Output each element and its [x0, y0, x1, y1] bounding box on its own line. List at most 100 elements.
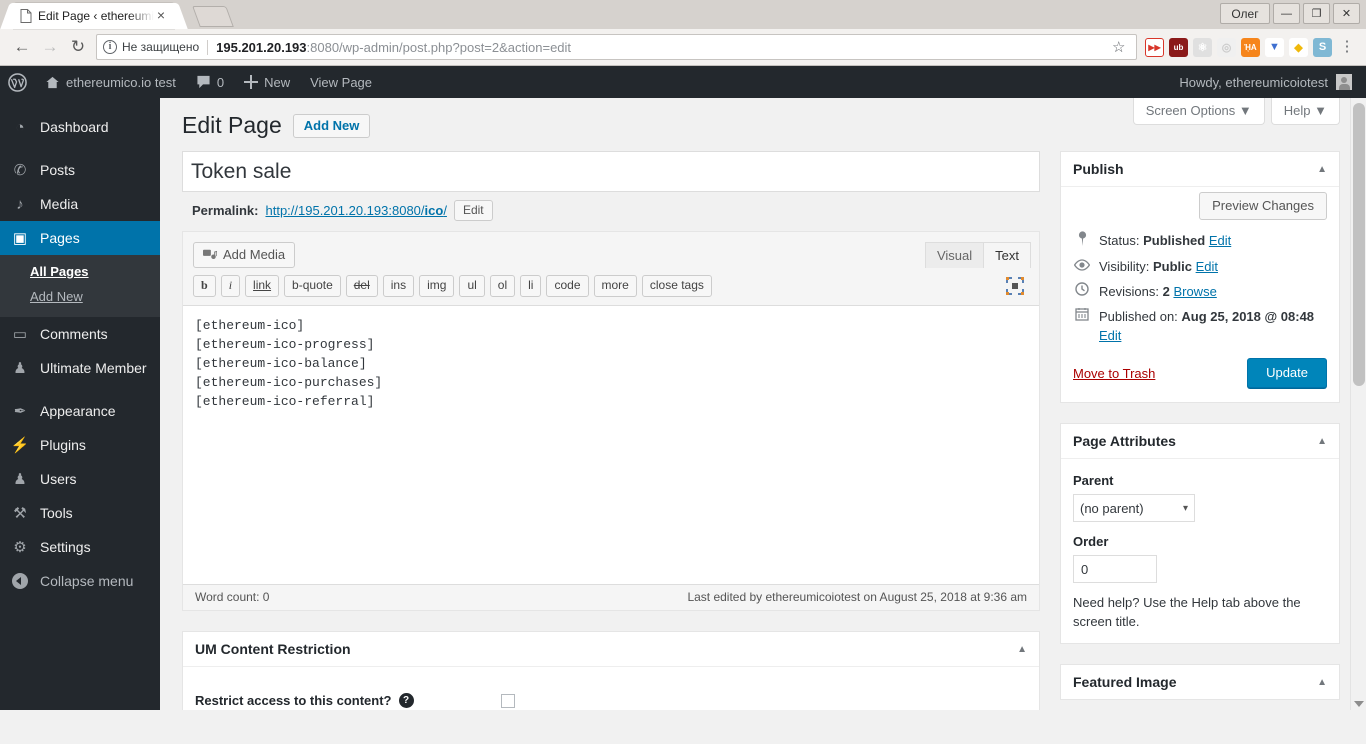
screen-options-button[interactable]: Screen Options ▼ [1132, 98, 1265, 125]
featured-image-header[interactable]: Featured Image ▲ [1061, 665, 1339, 699]
chrome-menu-icon[interactable]: ⋮ [1336, 39, 1358, 54]
sidebar-item-appearance[interactable]: ✒ Appearance [0, 394, 160, 428]
sidebar-item-settings[interactable]: ⚙ Settings [0, 530, 160, 564]
circle-extension[interactable]: ◎ [1217, 37, 1236, 57]
update-button[interactable]: Update [1247, 358, 1327, 388]
sidebar-separator [0, 385, 160, 394]
adminbar-new[interactable]: New [234, 66, 300, 98]
featured-image-toggle-icon[interactable]: ▲ [1317, 677, 1327, 688]
page-scrollbar-thumb[interactable] [1353, 103, 1365, 386]
add-new-button[interactable]: Add New [292, 113, 371, 138]
submenu-item-all-pages[interactable]: All Pages [0, 259, 160, 284]
sidebar-item-label: Comments [40, 326, 108, 342]
quicktag-code[interactable]: code [546, 275, 589, 297]
edit-slug-button[interactable]: Edit [453, 200, 493, 221]
window-maximize-button[interactable]: ❐ [1303, 3, 1330, 24]
quicktag-b-quote[interactable]: b-quote [284, 275, 341, 297]
revisions-browse-link[interactable]: Browse [1173, 284, 1216, 299]
sidebar-item-posts[interactable]: ✆ Posts [0, 153, 160, 187]
quicktag-img[interactable]: img [419, 275, 455, 297]
sidebar-item-users[interactable]: ♟ Users [0, 462, 160, 496]
visibility-edit-link[interactable]: Edit [1196, 259, 1218, 274]
back-icon[interactable]: ← [8, 33, 36, 61]
sidebar-item-pages[interactable]: ▣ Pages [0, 221, 160, 255]
status-edit-link[interactable]: Edit [1209, 233, 1231, 248]
browser-tab-active[interactable]: Edit Page ‹ ethereumi × [14, 3, 174, 29]
editor-tab-visual[interactable]: Visual [924, 242, 985, 270]
yandex-extension[interactable]: ▼ [1265, 37, 1284, 57]
fullscreen-icon[interactable] [1005, 276, 1027, 298]
editor-tab-text[interactable]: Text [983, 242, 1031, 270]
admin-wrap: ◔ Dashboard ✆ Posts ♪ Media ▣ Pages All Pages Add… [0, 98, 1366, 710]
adminbar-site-name[interactable]: ethereumico.io test [35, 66, 186, 98]
page-scrollbar[interactable] [1350, 98, 1366, 710]
parent-select[interactable]: (no parent) ▾ [1073, 494, 1195, 522]
um-box-content: Restrict access to this content? ? [183, 667, 1039, 710]
sidebar-item-collapse-menu[interactable]: Collapse menu [0, 564, 160, 598]
sidebar-item-media[interactable]: ♪ Media [0, 187, 160, 221]
scribe-extension[interactable]: S [1313, 37, 1332, 57]
sidebar-item-comments[interactable]: ▭ Comments [0, 317, 160, 351]
preview-changes-button[interactable]: Preview Changes [1199, 192, 1327, 220]
move-to-trash-link[interactable]: Move to Trash [1073, 366, 1155, 381]
window-minimize-button[interactable]: — [1273, 3, 1300, 24]
adminbar-account[interactable]: Howdy, ethereumicoiotest [1179, 74, 1366, 90]
react-devtools-extension[interactable]: ⚛ [1193, 37, 1212, 57]
fast-forward-extension[interactable]: ▶▶ [1145, 37, 1164, 57]
publish-box-header[interactable]: Publish ▲ [1061, 152, 1339, 187]
address-bar[interactable]: i Не защищено 195.201.20.193:8080/wp-adm… [96, 34, 1137, 60]
sidebar-item-label: Media [40, 196, 79, 212]
new-tab-button[interactable] [192, 6, 234, 27]
metamask-extension[interactable]: ᾘA [1241, 37, 1260, 57]
quicktag-ol[interactable]: ol [489, 275, 516, 297]
help-button[interactable]: Help ▼ [1270, 98, 1340, 125]
window-controls: Олег — ❐ ✕ [1220, 3, 1360, 24]
page-attributes-toggle-icon[interactable]: ▲ [1317, 436, 1327, 447]
quicktag-i[interactable]: i [220, 275, 241, 297]
binance-extension[interactable]: ◆ [1289, 37, 1308, 57]
ublock-origin-extension[interactable]: ub [1169, 37, 1188, 57]
scroll-down-arrow-icon[interactable] [1354, 701, 1364, 707]
published-on-edit-link[interactable]: Edit [1099, 328, 1121, 343]
sidebar-item-dashboard[interactable]: ◔ Dashboard [0, 110, 160, 144]
post-title-input[interactable] [182, 151, 1040, 192]
quicktag-link[interactable]: link [245, 275, 280, 297]
content-textarea[interactable] [183, 306, 1039, 584]
bookmark-star-icon[interactable]: ☆ [1112, 38, 1130, 56]
published-on-row: Published on: Aug 25, 2018 @ 08:48 Edit [1073, 301, 1327, 345]
quicktag-li[interactable]: li [520, 275, 542, 297]
sidebar-item-label: Dashboard [40, 119, 109, 135]
publish-box-toggle-icon[interactable]: ▲ [1317, 164, 1327, 175]
admin-sidebar: ◔ Dashboard ✆ Posts ♪ Media ▣ Pages All Pages Add… [0, 98, 160, 710]
reload-icon[interactable]: ↻ [64, 33, 92, 61]
permalink-link[interactable]: http://195.201.20.193:8080/ico/ [265, 203, 446, 218]
quicktag-b[interactable]: b [193, 275, 216, 297]
order-label: Order [1073, 534, 1109, 549]
window-close-button[interactable]: ✕ [1333, 3, 1360, 24]
adminbar-comments[interactable]: 0 [186, 66, 234, 98]
submenu-item-add-new[interactable]: Add New [0, 284, 160, 309]
forward-icon[interactable]: → [36, 33, 64, 61]
window-user-button[interactable]: Олег [1220, 3, 1270, 24]
quicktag-close-tags[interactable]: close tags [641, 275, 712, 297]
quicktag-ul[interactable]: ul [459, 275, 485, 297]
adminbar-view-page[interactable]: View Page [300, 66, 382, 98]
quicktag-more[interactable]: more [593, 275, 637, 297]
sidebar-item-ultimate-member[interactable]: ♟ Ultimate Member [0, 351, 160, 385]
page-attributes-header[interactable]: Page Attributes ▲ [1061, 424, 1339, 459]
sidebar-item-plugins[interactable]: ⚡ Plugins [0, 428, 160, 462]
um-restrict-checkbox[interactable] [500, 693, 515, 708]
quicktag-del[interactable]: del [345, 275, 378, 297]
sidebar-item-tools[interactable]: ⚒ Tools [0, 496, 160, 530]
order-input[interactable] [1073, 555, 1157, 583]
tab-close-icon[interactable]: × [154, 8, 168, 23]
add-media-button[interactable]: Add Media [193, 242, 296, 268]
quicktag-ins[interactable]: ins [382, 275, 415, 297]
um-box-header[interactable]: UM Content Restriction ▲ [183, 632, 1039, 667]
help-circle-icon[interactable]: ? [398, 693, 414, 708]
last-edited: Last edited by ethereumicoiotest on Augu… [687, 590, 1027, 604]
title-field-wrap [182, 151, 1040, 192]
um-box-toggle-icon[interactable]: ▲ [1017, 644, 1027, 655]
security-chip[interactable]: i Не защищено [103, 40, 199, 54]
wordpress-logo-icon[interactable] [0, 66, 35, 98]
